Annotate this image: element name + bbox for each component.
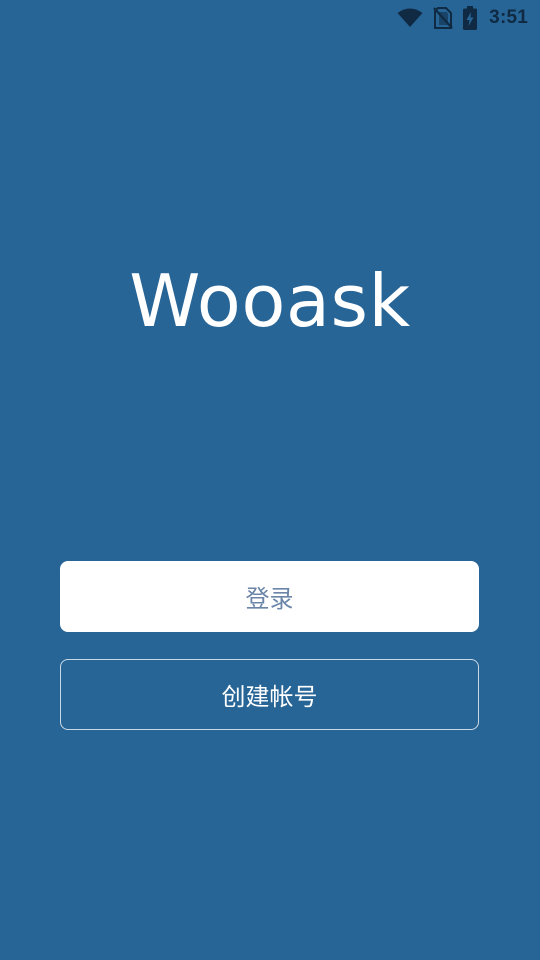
status-icons: 3:51 — [397, 4, 528, 32]
create-account-button[interactable]: 创建帐号 — [60, 659, 479, 730]
status-bar: 3:51 — [0, 0, 540, 36]
login-button[interactable]: 登录 — [60, 561, 479, 632]
battery-charging-icon — [463, 6, 478, 30]
wifi-icon — [397, 8, 423, 28]
app-title: Wooask — [129, 259, 411, 343]
no-sim-icon — [433, 7, 453, 29]
status-time: 3:51 — [489, 7, 528, 28]
